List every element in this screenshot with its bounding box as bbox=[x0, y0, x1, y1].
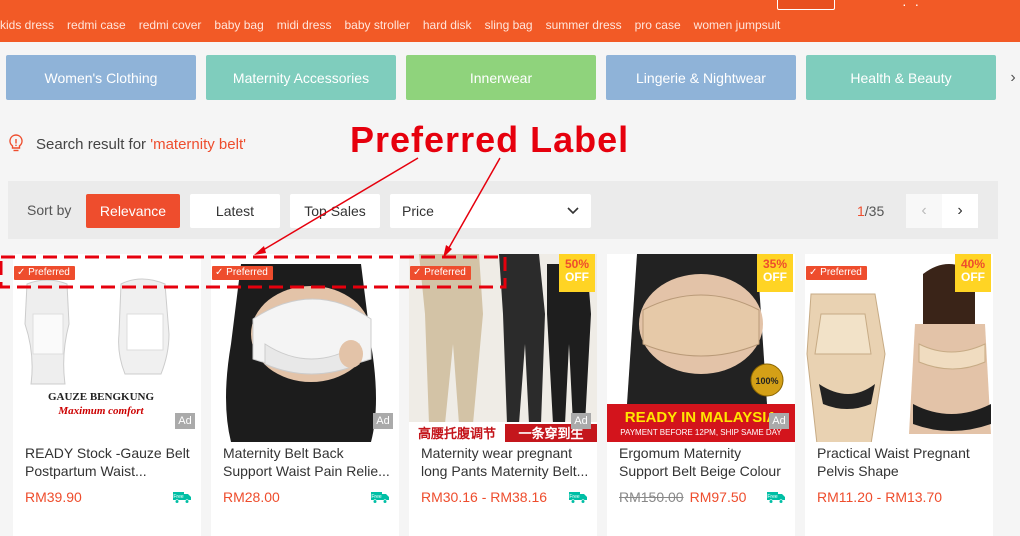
search-result-heading: Search result for 'maternity belt' bbox=[8, 134, 246, 154]
product-image: 高腰托腹调节 一条穿到生 ✓ Preferred 50% OFF Ad bbox=[409, 254, 597, 442]
product-name[interactable]: READY Stock -Gauze Belt Postpartum Waist… bbox=[25, 444, 193, 480]
product-card[interactable]: GAUZE BENGKUNG Maximum comfort ✓ Preferr… bbox=[13, 254, 201, 536]
next-page-button[interactable]: › bbox=[942, 194, 978, 228]
search-hint-link[interactable]: hard disk bbox=[423, 18, 472, 32]
current-page: 1 bbox=[857, 203, 865, 219]
product-image: ✓ Preferred Ad bbox=[211, 254, 399, 442]
svg-text:Free: Free bbox=[569, 494, 580, 500]
search-hint-link[interactable]: baby bag bbox=[214, 18, 263, 32]
top-header: · · kids dress redmi case redmi cover baby … bbox=[0, 0, 1020, 42]
product-image: ✓ Preferred 40% OFF bbox=[805, 254, 993, 442]
product-photo bbox=[211, 254, 399, 442]
sort-top-sales-button[interactable]: Top Sales bbox=[290, 194, 380, 228]
search-hints: kids dress redmi case redmi cover baby bag m… bbox=[0, 17, 793, 33]
product-price: RM150.00 RM97.50 bbox=[619, 489, 747, 505]
image-caption: READY IN MALAYSIA bbox=[625, 409, 778, 426]
product-price: RM30.16 - RM38.16 bbox=[421, 489, 548, 505]
image-caption: GAUZE BENGKUNG bbox=[48, 391, 154, 403]
search-hint-link[interactable]: summer dress bbox=[546, 18, 622, 32]
ad-tag: Ad bbox=[769, 413, 789, 429]
discount-badge: 40% OFF bbox=[955, 254, 991, 292]
svg-text:Free: Free bbox=[371, 494, 382, 500]
search-hint-link[interactable]: redmi case bbox=[67, 18, 126, 32]
search-hint-link[interactable]: women jumpsuit bbox=[694, 18, 781, 32]
image-caption: PAYMENT BEFORE 12PM, SHIP SAME DAY bbox=[620, 428, 782, 437]
search-hint-link[interactable]: pro case bbox=[635, 18, 681, 32]
sort-label: Sort by bbox=[27, 202, 72, 218]
preferred-badge: ✓ Preferred bbox=[410, 266, 471, 280]
product-card[interactable]: ✓ Preferred 40% OFF Practical Waist Pregn… bbox=[805, 254, 993, 536]
product-name[interactable]: Practical Waist Pregnant Pelvis Shape Po… bbox=[817, 444, 985, 480]
product-price: RM39.90 bbox=[25, 489, 82, 505]
preferred-badge: ✓ Preferred bbox=[14, 266, 75, 280]
category-womens-clothing[interactable]: Women's Clothing bbox=[6, 55, 196, 100]
image-caption: Maximum comfort bbox=[57, 405, 144, 417]
sort-bar: Sort by Relevance Latest Top Sales Price… bbox=[8, 181, 998, 239]
ad-tag: Ad bbox=[373, 413, 393, 429]
annotation-title: Preferred Label bbox=[350, 119, 630, 160]
free-shipping-icon: Free bbox=[173, 492, 191, 504]
product-name[interactable]: Maternity wear pregnant long Pants Mater… bbox=[421, 444, 589, 480]
product-card[interactable]: 100% READY IN MALAYSIA PAYMENT BEFORE 12… bbox=[607, 254, 795, 536]
image-seal-text: 100% bbox=[755, 376, 778, 386]
product-name[interactable]: Maternity Belt Back Support Waist Pain R… bbox=[223, 444, 391, 480]
chevron-right-icon: › bbox=[957, 202, 963, 219]
discount-badge: 50% OFF bbox=[559, 254, 595, 292]
product-image: GAUZE BENGKUNG Maximum comfort ✓ Preferr… bbox=[13, 254, 201, 442]
preferred-badge: ✓ Preferred bbox=[806, 266, 867, 280]
svg-text:Free: Free bbox=[173, 494, 184, 500]
category-lingerie-nightwear[interactable]: Lingerie & Nightwear bbox=[606, 55, 796, 100]
product-name[interactable]: Ergomum Maternity Support Belt Beige Col… bbox=[619, 444, 787, 480]
discount-badge: 35% OFF bbox=[757, 254, 793, 292]
search-hint-link[interactable]: redmi cover bbox=[139, 18, 202, 32]
free-shipping-icon: Free bbox=[569, 492, 587, 504]
product-card[interactable]: ✓ Preferred Ad Maternity Belt Back Suppo… bbox=[211, 254, 399, 536]
lightbulb-icon bbox=[9, 134, 23, 152]
total-pages: /35 bbox=[864, 203, 885, 219]
chevron-down-icon bbox=[567, 207, 579, 215]
prev-page-button[interactable]: ‹ bbox=[906, 194, 942, 228]
original-price: RM150.00 bbox=[619, 489, 684, 505]
svg-text:Free: Free bbox=[767, 494, 778, 500]
search-hint-link[interactable]: sling bag bbox=[485, 18, 533, 32]
cart-icon[interactable]: · · bbox=[902, 0, 921, 11]
product-card[interactable]: 高腰托腹调节 一条穿到生 ✓ Preferred 50% OFF Ad Mater… bbox=[409, 254, 597, 536]
sort-price-select[interactable]: Price bbox=[390, 194, 591, 228]
sort-latest-button[interactable]: Latest bbox=[190, 194, 280, 228]
category-health-beauty[interactable]: Health & Beauty bbox=[806, 55, 996, 100]
ad-tag: Ad bbox=[175, 413, 195, 429]
category-next-icon[interactable]: › bbox=[1006, 55, 1020, 100]
category-innerwear[interactable]: Innerwear bbox=[406, 55, 596, 100]
search-result-prefix: Search result for bbox=[36, 135, 151, 153]
search-hint-link[interactable]: baby stroller bbox=[344, 18, 409, 32]
search-keyword: 'maternity belt' bbox=[150, 135, 246, 153]
price-select-label: Price bbox=[402, 203, 434, 219]
category-maternity-accessories[interactable]: Maternity Accessories bbox=[206, 55, 396, 100]
product-image: 100% READY IN MALAYSIA PAYMENT BEFORE 12… bbox=[607, 254, 795, 442]
sort-relevance-button[interactable]: Relevance bbox=[86, 194, 180, 228]
page-indicator: 1/35 bbox=[857, 203, 884, 219]
product-price: RM11.20 - RM13.70 bbox=[817, 489, 943, 505]
free-shipping-icon: Free bbox=[371, 492, 389, 504]
image-caption: 高腰托腹调节 bbox=[418, 426, 496, 442]
chevron-left-icon: ‹ bbox=[921, 202, 927, 219]
preferred-badge: ✓ Preferred bbox=[212, 266, 273, 280]
search-button[interactable] bbox=[777, 0, 835, 10]
free-shipping-icon: Free bbox=[767, 492, 785, 504]
search-hint-link[interactable]: midi dress bbox=[277, 18, 332, 32]
product-price: RM28.00 bbox=[223, 489, 280, 505]
ad-tag: Ad bbox=[571, 413, 591, 429]
search-hint-link[interactable]: kids dress bbox=[0, 18, 54, 32]
product-photo: GAUZE BENGKUNG Maximum comfort bbox=[13, 254, 201, 442]
